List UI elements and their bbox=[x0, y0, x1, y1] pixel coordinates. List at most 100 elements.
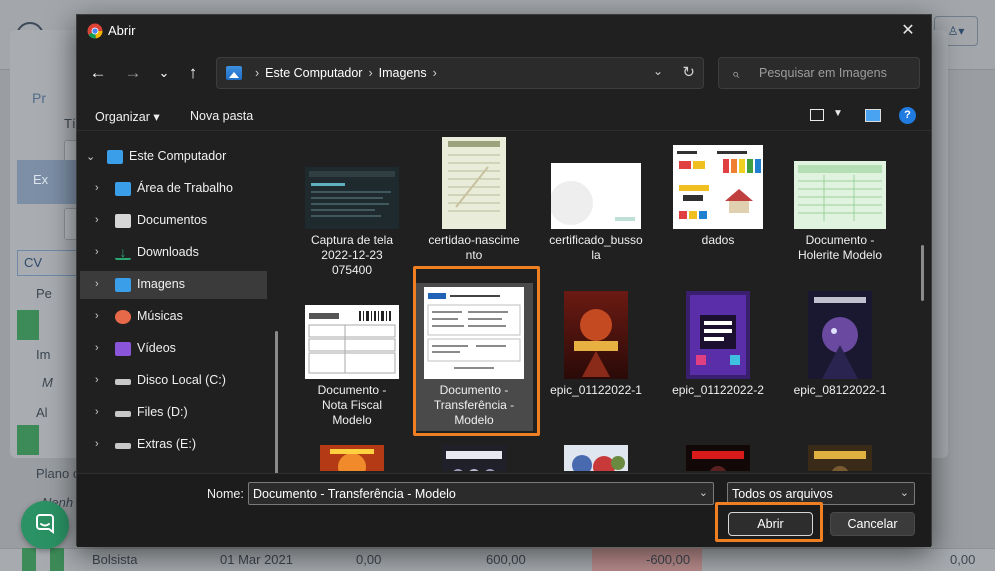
pictures-icon bbox=[226, 66, 242, 80]
drive-icon bbox=[115, 379, 131, 385]
file-thumbnail bbox=[564, 291, 628, 382]
file-item[interactable]: certificado_busso la bbox=[537, 133, 655, 281]
chevron-right-icon[interactable]: › bbox=[95, 214, 99, 226]
command-bar: Organizar ▾ Nova pasta ▼ ? bbox=[77, 101, 931, 131]
documents-icon bbox=[115, 214, 131, 228]
new-folder-button[interactable]: Nova pasta bbox=[190, 109, 253, 123]
file-name: epic_01122022-1 bbox=[550, 383, 642, 397]
chrome-icon bbox=[87, 23, 103, 39]
tree-item[interactable]: › Área de Trabalho bbox=[77, 175, 288, 203]
tree-item-label: Imagens bbox=[137, 277, 185, 291]
cancel-button[interactable]: Cancelar bbox=[830, 512, 915, 536]
highlight-open-button bbox=[715, 502, 823, 542]
organize-menu[interactable]: Organizar ▾ bbox=[95, 109, 160, 124]
file-item[interactable]: epic_08122022-1 bbox=[781, 283, 899, 431]
file-item[interactable] bbox=[781, 433, 899, 471]
scrollbar[interactable] bbox=[921, 245, 924, 301]
tree-item[interactable]: ⌄ Este Computador bbox=[77, 143, 288, 171]
tree-item[interactable]: › ↓ Downloads bbox=[77, 239, 288, 267]
chevron-down-icon[interactable]: ⌄ bbox=[699, 486, 708, 499]
file-item[interactable] bbox=[415, 433, 533, 471]
file-grid: Captura de tela 2022-12-23 075400 certida… bbox=[289, 133, 933, 471]
chevron-down-icon[interactable]: ⌄ bbox=[86, 150, 95, 163]
tree-item[interactable]: › Disco Local (C:) bbox=[77, 367, 288, 395]
file-thumbnail bbox=[808, 291, 872, 382]
desktop-icon bbox=[115, 182, 131, 196]
file-item[interactable]: epic_01122022-2 bbox=[659, 283, 777, 431]
highlight-selected-file bbox=[413, 266, 540, 436]
file-thumbnail bbox=[305, 167, 399, 232]
tree-item[interactable]: › Imagens bbox=[80, 271, 267, 299]
breadcrumb: › Este Computador › Imagens › bbox=[255, 66, 437, 80]
background-label: Tí bbox=[64, 116, 76, 131]
chevron-right-icon[interactable]: › bbox=[95, 278, 99, 290]
file-item[interactable]: Documento - Holerite Modelo bbox=[781, 133, 899, 281]
chevron-right-icon[interactable]: › bbox=[95, 438, 99, 450]
file-item[interactable]: Documento - Nota Fiscal Modelo bbox=[293, 283, 411, 431]
tree-item[interactable]: › Vídeos bbox=[77, 335, 288, 363]
preview-pane-icon[interactable] bbox=[865, 109, 881, 122]
tree-item-label: Files (D:) bbox=[137, 405, 188, 419]
address-dropdown-icon[interactable]: ⌄ bbox=[653, 64, 663, 78]
document-icon bbox=[17, 310, 39, 340]
chevron-right-icon[interactable]: › bbox=[95, 246, 99, 258]
tree-item-label: Downloads bbox=[137, 245, 199, 259]
file-item[interactable] bbox=[659, 433, 777, 471]
computer-icon bbox=[107, 150, 123, 164]
file-item[interactable] bbox=[293, 433, 411, 471]
tree-item-label: Este Computador bbox=[129, 149, 227, 163]
background-block: Ex bbox=[17, 160, 79, 204]
chevron-right-icon[interactable]: › bbox=[95, 374, 99, 386]
file-item[interactable]: certidao-nascime nto bbox=[415, 133, 533, 281]
tree-item[interactable]: › Extras (E:) bbox=[77, 431, 288, 459]
forward-button[interactable]: → bbox=[122, 63, 144, 83]
navigation-row: ← → ⌄ ↑ › Este Computador › Imagens › ⌄ ↻ ⌕ … bbox=[77, 55, 931, 91]
file-name: Documento - Holerite Modelo bbox=[797, 233, 883, 262]
filename-input[interactable]: Documento - Transferência - Modelo ⌄ bbox=[248, 482, 714, 505]
background-label: M bbox=[42, 375, 53, 390]
chevron-right-icon[interactable]: › bbox=[95, 342, 99, 354]
file-thumbnail bbox=[808, 445, 872, 471]
up-button[interactable]: ↑ bbox=[182, 63, 204, 83]
file-type-value: Todos os arquivos bbox=[732, 487, 833, 501]
address-bar[interactable]: › Este Computador › Imagens › ⌄ ↻ bbox=[216, 57, 704, 89]
refresh-icon[interactable]: ↻ bbox=[682, 63, 695, 81]
tree-item[interactable]: › Files (D:) bbox=[77, 399, 288, 427]
file-item[interactable]: epic_01122022-1 bbox=[537, 283, 655, 431]
file-thumbnail bbox=[686, 445, 750, 471]
row-value: -600,00 bbox=[646, 552, 691, 567]
chevron-right-icon[interactable]: › bbox=[95, 406, 99, 418]
file-thumbnail bbox=[794, 161, 886, 232]
row-date: 01 Mar 2021 bbox=[220, 552, 293, 567]
dialog-titlebar: Abrir ✕ bbox=[77, 15, 931, 46]
document-icon bbox=[22, 548, 36, 571]
back-button[interactable]: ← bbox=[87, 63, 109, 83]
tree-item[interactable]: › Documentos bbox=[77, 207, 288, 235]
file-thumbnail bbox=[442, 137, 506, 232]
videos-icon bbox=[115, 342, 131, 356]
music-icon bbox=[115, 310, 131, 324]
tree-item[interactable]: › Músicas bbox=[77, 303, 288, 331]
file-item[interactable]: dados bbox=[659, 133, 777, 281]
view-mode-icon[interactable] bbox=[810, 109, 824, 121]
row-label: Bolsista bbox=[92, 552, 138, 567]
chevron-right-icon[interactable]: › bbox=[95, 310, 99, 322]
search-input[interactable]: ⌕ Pesquisar em Imagens bbox=[718, 57, 920, 89]
file-item[interactable]: Captura de tela 2022-12-23 075400 bbox=[293, 133, 411, 281]
breadcrumb-item[interactable]: Este Computador bbox=[265, 66, 362, 80]
close-button[interactable]: ✕ bbox=[885, 15, 931, 46]
breadcrumb-item[interactable]: Imagens bbox=[379, 66, 427, 80]
file-thumbnail bbox=[673, 145, 763, 232]
file-item[interactable] bbox=[537, 433, 655, 471]
tree-item-label: Vídeos bbox=[137, 341, 176, 355]
help-icon[interactable]: ? bbox=[899, 107, 916, 124]
drive-icon bbox=[115, 443, 131, 449]
recent-locations-button[interactable]: ⌄ bbox=[153, 63, 175, 83]
background-label: Plano o bbox=[36, 466, 81, 481]
row-value: 0,00 bbox=[950, 552, 976, 567]
chat-button[interactable] bbox=[21, 501, 69, 549]
search-icon: ⌕ bbox=[732, 66, 740, 81]
navigation-pane: ⌄ Este Computador › Área de Trabalho › Docume… bbox=[77, 133, 288, 519]
chevron-down-icon[interactable]: ▼ bbox=[833, 108, 843, 119]
chevron-right-icon[interactable]: › bbox=[95, 182, 99, 194]
